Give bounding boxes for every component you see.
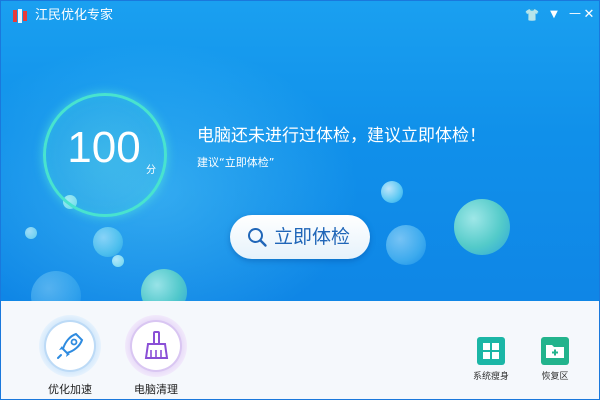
broom-icon xyxy=(144,331,169,359)
bubble-decoration xyxy=(93,227,123,257)
speed-up-button[interactable] xyxy=(39,315,101,377)
search-icon xyxy=(248,228,267,247)
start-checkup-label: 立即体检 xyxy=(274,226,351,248)
system-slim-label: 系统瘦身 xyxy=(472,372,509,382)
clean-up-icon-holder xyxy=(132,322,180,370)
app-window: 江民优化专家 👕 ▼ — ✕ 100 分 电脑还未进行过体检，建议立即体检！ 建… xyxy=(0,0,600,400)
menu-dropdown-icon[interactable]: ▼ xyxy=(546,7,562,23)
checkup-subline: 建议“立即体检” xyxy=(197,156,275,169)
title-bar: 江民优化专家 👕 ▼ — ✕ xyxy=(1,1,599,31)
bubble-decoration xyxy=(386,225,426,265)
skin-icon[interactable]: 👕 xyxy=(524,7,540,23)
app-logo-icon xyxy=(13,9,27,23)
start-checkup-button[interactable]: 立即体检 xyxy=(230,215,370,259)
bubble-decoration xyxy=(25,227,37,239)
bottom-toolbar: 优化加速 电脑清理 系统瘦身 恢复区 xyxy=(1,301,599,399)
bubble-decoration xyxy=(381,181,403,203)
bubble-decoration xyxy=(112,255,124,267)
folder-plus-icon xyxy=(546,345,564,358)
speed-up-icon-holder xyxy=(46,322,94,370)
clean-up-button[interactable] xyxy=(125,315,187,377)
recovery-area-label: 恢复区 xyxy=(541,372,569,382)
app-title: 江民优化专家 xyxy=(35,8,114,23)
close-button[interactable]: ✕ xyxy=(581,7,597,23)
recovery-area-button[interactable] xyxy=(541,337,569,365)
health-score-unit: 分 xyxy=(146,165,156,176)
bubble-decoration xyxy=(454,199,510,255)
speed-up-label: 优化加速 xyxy=(48,383,92,396)
system-slim-button[interactable] xyxy=(477,337,505,365)
health-score-value: 100 xyxy=(67,123,141,172)
rocket-icon xyxy=(57,332,84,359)
checkup-headline: 电脑还未进行过体检，建议立即体检！ xyxy=(197,126,486,146)
hero-panel: 江民优化专家 👕 ▼ — ✕ 100 分 电脑还未进行过体检，建议立即体检！ 建… xyxy=(1,1,599,301)
windows-icon xyxy=(483,343,499,359)
clean-up-label: 电脑清理 xyxy=(134,383,178,396)
